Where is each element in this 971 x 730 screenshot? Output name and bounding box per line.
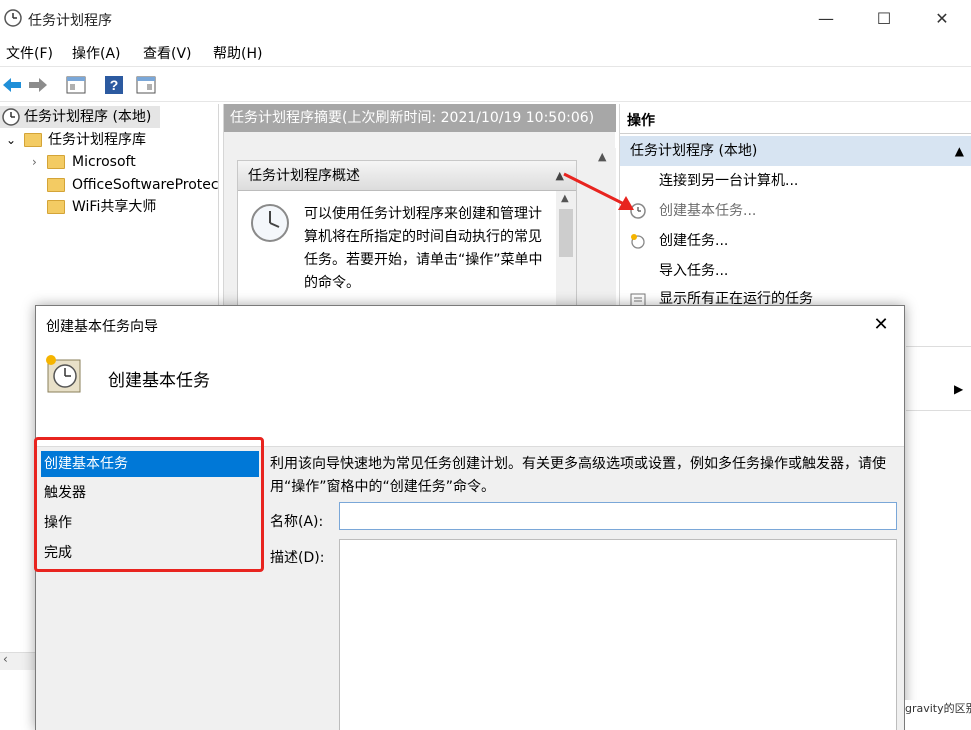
tree-item-officesoftwareprotec[interactable]: OfficeSoftwareProtec <box>0 174 219 196</box>
tree-library[interactable]: ⌄ 任务计划程序库 <box>0 129 218 151</box>
action-create-task[interactable]: 创建任务... <box>659 230 728 252</box>
dialog-body: 创建基本任务 触发器 操作 完成 利用该向导快速地为常见任务创建计划。有关更多高… <box>34 437 904 730</box>
clock-icon <box>4 9 22 27</box>
wizard-content: 利用该向导快速地为常见任务创建计划。有关更多高级选项或设置，例如多任务操作或触发… <box>270 453 900 499</box>
divider <box>906 410 971 411</box>
chevron-down-icon[interactable]: ⌄ <box>6 129 16 151</box>
forward-arrow-icon[interactable] <box>26 73 50 97</box>
task-star-icon <box>631 234 645 249</box>
menu-bar: 文件(F) 操作(A) 查看(V) 帮助(H) <box>0 38 971 66</box>
background-text-snippet: gravity的区别 <box>905 700 971 730</box>
maximize-button[interactable]: ☐ <box>861 0 907 38</box>
overview-title: 任务计划程序概述 <box>248 168 360 184</box>
folder-clock-icon <box>24 133 42 147</box>
tree-item-label: OfficeSoftwareProtec <box>72 177 219 193</box>
back-arrow-icon[interactable] <box>0 73 24 97</box>
action-connect[interactable]: 连接到另一台计算机... <box>659 170 798 192</box>
tree-item-wifi[interactable]: WiFi共享大师 <box>0 196 218 218</box>
actions-group-label: 任务计划程序 (本地) <box>630 143 758 159</box>
action-pane-icon[interactable] <box>134 73 158 97</box>
actions-group-header[interactable]: 任务计划程序 (本地) ▲ <box>620 136 971 166</box>
tree-root[interactable]: 任务计划程序 (本地) <box>0 106 160 128</box>
menu-help[interactable]: 帮助(H) <box>213 43 262 63</box>
action-create-basic-task[interactable]: 创建基本任务... <box>659 200 756 222</box>
collapse-icon[interactable]: ▲ <box>955 136 964 166</box>
name-input[interactable] <box>339 502 897 530</box>
toolbar: ? <box>0 66 971 102</box>
scroll-left-icon[interactable]: ‹ <box>3 652 8 666</box>
overview-text: 可以使用任务计划程序来创建和管理计算机将在所指定的时间自动执行的常见任务。若要开… <box>304 206 543 291</box>
window-titlebar: 任务计划程序 — ☐ ✕ <box>0 0 971 38</box>
close-button[interactable]: ✕ <box>919 0 965 38</box>
menu-view[interactable]: 查看(V) <box>143 43 192 63</box>
chevron-right-icon[interactable]: › <box>32 151 37 173</box>
dialog-title: 创建基本任务向导 <box>46 319 158 335</box>
red-arrow-annotation <box>563 172 634 210</box>
svg-text:?: ? <box>110 77 119 93</box>
tree-library-label: 任务计划程序库 <box>48 132 146 148</box>
clock-icon <box>2 108 20 126</box>
minimize-button[interactable]: — <box>803 0 849 38</box>
divider <box>906 346 971 347</box>
description-textarea[interactable] <box>339 539 897 730</box>
tree-item-microsoft[interactable]: › Microsoft <box>0 151 218 173</box>
tree-root-label: 任务计划程序 (本地) <box>24 109 152 125</box>
actions-header: 操作 <box>620 108 971 134</box>
action-import-task[interactable]: 导入任务... <box>659 260 728 282</box>
tree-item-label: WiFi共享大师 <box>72 199 157 215</box>
wizard-intro-text: 利用该向导快速地为常见任务创建计划。有关更多高级选项或设置，例如多任务操作或触发… <box>270 456 886 495</box>
folder-icon <box>47 200 65 214</box>
clock-icon <box>251 204 289 242</box>
create-basic-task-wizard: 创建基本任务向导 ✕ 创建基本任务 创建基本任务 触发器 操作 完成 利用该向导… <box>34 305 905 730</box>
help-icon[interactable]: ? <box>102 73 126 97</box>
wizard-steps: 创建基本任务 触发器 操作 完成 <box>34 437 264 730</box>
description-label: 描述(D): <box>270 550 325 566</box>
dialog-heading: 创建基本任务 <box>108 371 210 391</box>
dialog-close-button[interactable]: ✕ <box>866 310 896 340</box>
wizard-clock-icon <box>46 355 81 393</box>
folder-icon <box>47 178 65 192</box>
chevron-right-icon[interactable]: ▶ <box>954 382 963 396</box>
scroll-up-icon[interactable]: ▲ <box>598 150 606 163</box>
window-title: 任务计划程序 <box>28 13 112 29</box>
tree-item-label: Microsoft <box>72 154 136 170</box>
summary-header: 任务计划程序摘要(上次刷新时间: 2021/10/19 10:50:06) <box>224 104 616 132</box>
folder-icon <box>47 155 65 169</box>
name-label: 名称(A): <box>270 514 324 530</box>
menu-file[interactable]: 文件(F) <box>6 43 53 63</box>
menu-action[interactable]: 操作(A) <box>72 43 121 63</box>
overview-section-header[interactable]: 任务计划程序概述 ▲ <box>238 161 576 191</box>
red-highlight-box <box>34 437 264 572</box>
console-tree-icon[interactable] <box>64 73 88 97</box>
